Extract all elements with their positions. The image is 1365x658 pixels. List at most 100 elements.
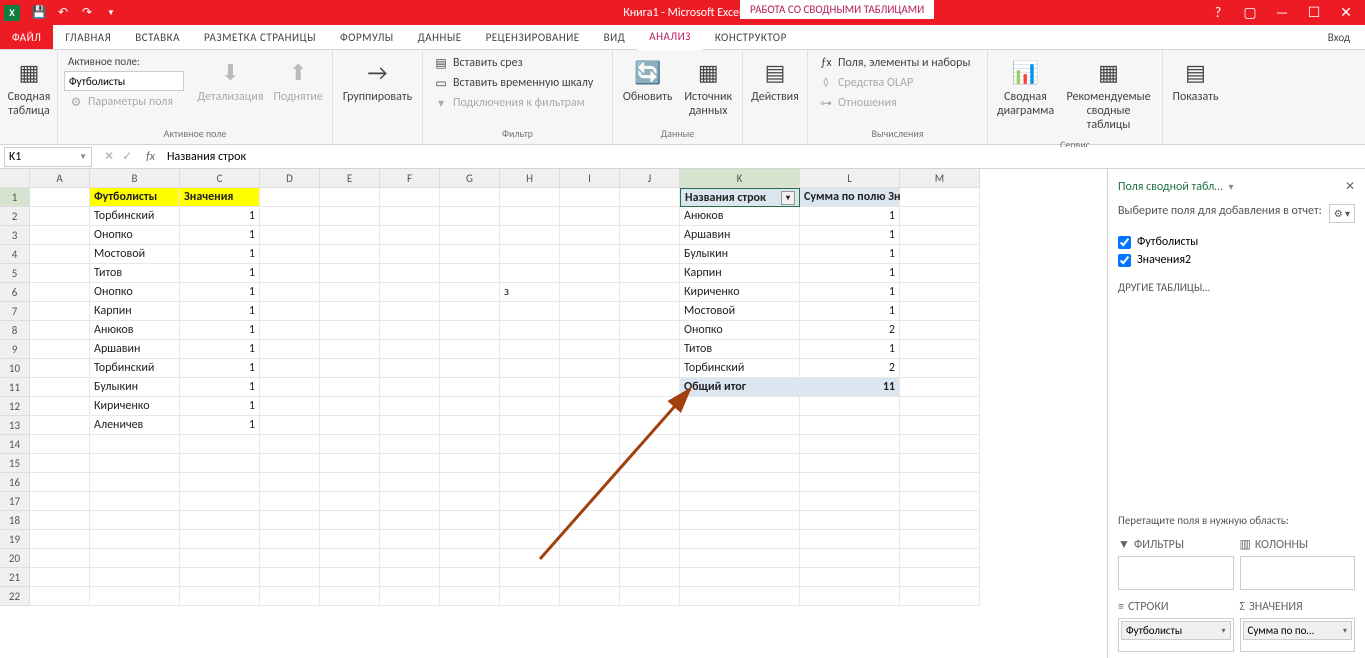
cell[interactable] [440, 530, 500, 549]
cell[interactable] [900, 568, 980, 587]
cell[interactable] [620, 321, 680, 340]
cell[interactable] [900, 321, 980, 340]
qat-dropdown-icon[interactable]: ▼ [100, 2, 122, 24]
cell[interactable] [800, 511, 900, 530]
cell[interactable]: 1 [180, 245, 260, 264]
cell[interactable]: Анюков [680, 207, 800, 226]
cell[interactable] [380, 454, 440, 473]
cell[interactable] [560, 378, 620, 397]
cell[interactable] [320, 416, 380, 435]
minimize-icon[interactable]: — [1267, 0, 1297, 25]
cell[interactable] [560, 587, 620, 606]
olap-button[interactable]: ◊Средства OLAP [814, 74, 974, 92]
cell[interactable] [560, 454, 620, 473]
cell[interactable] [900, 302, 980, 321]
fields-items-button[interactable]: ƒxПоля, элементы и наборы [814, 54, 974, 72]
cell[interactable] [900, 473, 980, 492]
drill-down-button[interactable]: ⬇ Детализация [193, 52, 269, 108]
cell[interactable] [620, 264, 680, 283]
cell[interactable]: 1 [800, 302, 900, 321]
cell[interactable] [500, 226, 560, 245]
cell[interactable] [440, 207, 500, 226]
cell[interactable]: 1 [800, 226, 900, 245]
cell[interactable] [30, 416, 90, 435]
worksheet[interactable]: ABCDEFGHIJKLM1ФутболистыЗначенияНазвания… [0, 169, 1107, 658]
cell[interactable]: 1 [180, 340, 260, 359]
cell[interactable] [260, 340, 320, 359]
cell[interactable] [30, 473, 90, 492]
cell[interactable] [30, 340, 90, 359]
cell[interactable] [620, 283, 680, 302]
cell[interactable]: 1 [800, 207, 900, 226]
cell[interactable] [260, 454, 320, 473]
cell[interactable] [90, 511, 180, 530]
cell[interactable] [560, 435, 620, 454]
cell[interactable] [260, 416, 320, 435]
cell[interactable] [180, 530, 260, 549]
cell[interactable] [800, 397, 900, 416]
cell[interactable] [380, 188, 440, 207]
cell[interactable] [900, 587, 980, 606]
cell[interactable] [320, 340, 380, 359]
cell[interactable] [90, 492, 180, 511]
cell[interactable]: Названия строк▾ [680, 188, 800, 207]
namebox-dropdown-icon[interactable]: ▼ [79, 152, 87, 162]
cell[interactable] [320, 359, 380, 378]
cell[interactable] [440, 397, 500, 416]
cell[interactable] [30, 264, 90, 283]
cell[interactable] [560, 359, 620, 378]
cell[interactable] [440, 416, 500, 435]
cell[interactable]: Футболисты [90, 188, 180, 207]
cell[interactable] [440, 568, 500, 587]
cell[interactable] [380, 207, 440, 226]
cell[interactable]: Торбинский [90, 359, 180, 378]
cell[interactable]: 1 [180, 416, 260, 435]
tab-design[interactable]: КОНСТРУКТОР [703, 25, 799, 49]
cell[interactable] [500, 473, 560, 492]
cell[interactable] [30, 549, 90, 568]
cell[interactable] [30, 378, 90, 397]
cell[interactable] [380, 530, 440, 549]
cell[interactable] [900, 530, 980, 549]
cell[interactable] [900, 188, 980, 207]
cell[interactable] [90, 454, 180, 473]
cell[interactable] [260, 492, 320, 511]
cell[interactable] [380, 511, 440, 530]
cell[interactable] [500, 416, 560, 435]
cell[interactable] [500, 302, 560, 321]
redo-icon[interactable]: ↷ [76, 2, 98, 24]
cell[interactable] [260, 302, 320, 321]
cell[interactable]: Аршавин [680, 226, 800, 245]
cell[interactable] [260, 226, 320, 245]
cell[interactable] [30, 511, 90, 530]
tab-view[interactable]: ВИД [592, 25, 638, 49]
cell[interactable] [320, 378, 380, 397]
cell[interactable] [620, 245, 680, 264]
cell[interactable] [380, 340, 440, 359]
recommended-button[interactable]: ▦ Рекомендуемые сводные таблицы [1059, 52, 1158, 136]
cell[interactable]: 1 [800, 264, 900, 283]
cell[interactable] [500, 340, 560, 359]
cell[interactable] [260, 397, 320, 416]
cell[interactable] [440, 454, 500, 473]
cell[interactable] [620, 207, 680, 226]
cell[interactable] [30, 226, 90, 245]
cell[interactable] [380, 302, 440, 321]
cell[interactable] [900, 492, 980, 511]
cell[interactable] [560, 321, 620, 340]
cell[interactable] [440, 492, 500, 511]
cell[interactable] [440, 245, 500, 264]
cell[interactable] [560, 416, 620, 435]
cell[interactable]: 1 [180, 283, 260, 302]
cell[interactable] [680, 454, 800, 473]
cell[interactable] [620, 473, 680, 492]
other-tables-link[interactable]: ДРУГИЕ ТАБЛИЦЫ… [1118, 273, 1355, 302]
cell[interactable] [260, 359, 320, 378]
cell[interactable] [440, 321, 500, 340]
cell[interactable]: Аленичев [90, 416, 180, 435]
filters-dropzone[interactable] [1118, 556, 1234, 590]
cell[interactable] [440, 378, 500, 397]
cell[interactable] [30, 454, 90, 473]
cell[interactable] [380, 568, 440, 587]
cell[interactable] [560, 511, 620, 530]
